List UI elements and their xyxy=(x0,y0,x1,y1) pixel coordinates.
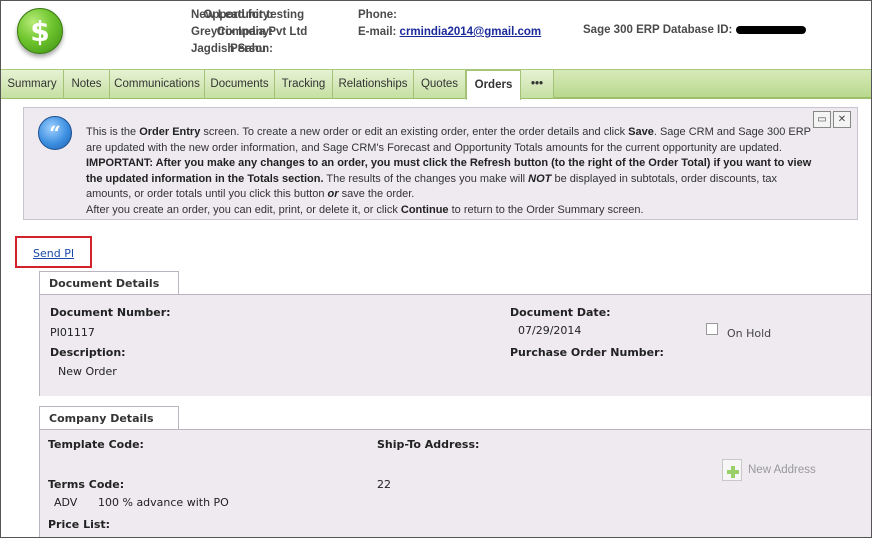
email-label: E-mail: xyxy=(358,26,397,38)
erp-label: Sage 300 ERP Database ID: xyxy=(583,24,733,36)
tab-more[interactable]: ••• xyxy=(521,70,554,98)
price-list-label: Price List: xyxy=(48,518,111,531)
tab-communications[interactable]: Communications xyxy=(110,70,205,98)
email-link[interactable]: crmindia2014@gmail.com xyxy=(400,26,542,38)
crm-window: $ Opportunity: Company: Person: New Lead… xyxy=(0,0,872,538)
dollar-logo-icon: $ xyxy=(17,8,63,54)
tab-quotes[interactable]: Quotes xyxy=(414,70,466,98)
doc-date-value: 07/29/2014 xyxy=(518,324,582,337)
company-value: Greytrix India Pvt Ltd xyxy=(191,26,308,38)
tab-tracking[interactable]: Tracking xyxy=(275,70,333,98)
po-number-label: Purchase Order Number: xyxy=(510,346,664,359)
doc-number-value: PI01117 xyxy=(50,326,95,339)
ship-to-value: 22 xyxy=(377,478,391,491)
tab-documents[interactable]: Documents xyxy=(205,70,275,98)
phone-label: Phone: xyxy=(358,9,397,21)
terms-code-value: ADV xyxy=(54,496,78,509)
description-value: New Order xyxy=(58,365,117,378)
template-code-label: Template Code: xyxy=(48,438,144,451)
person-value: Jagdish Sahu xyxy=(191,43,266,55)
company-details-title: Company Details xyxy=(39,406,179,430)
on-hold-label: On Hold xyxy=(727,327,772,340)
send-pi-highlight: Send PI xyxy=(15,236,92,268)
help-text: This is the Order Entry screen. To creat… xyxy=(86,126,812,216)
add-address-icon[interactable] xyxy=(722,459,742,481)
help-info-box: “ ▭ ✕ This is the Order Entry screen. To… xyxy=(23,107,858,220)
tab-bar: Summary Notes Communications Documents T… xyxy=(1,69,871,100)
tab-orders[interactable]: Orders xyxy=(466,70,521,100)
tab-notes[interactable]: Notes xyxy=(64,70,110,98)
erp-database-id: Sage 300 ERP Database ID: xyxy=(583,24,807,36)
tab-relationships[interactable]: Relationships xyxy=(333,70,414,98)
tab-summary[interactable]: Summary xyxy=(1,70,64,98)
close-help-icon[interactable]: ✕ xyxy=(833,111,851,128)
on-hold-checkbox[interactable] xyxy=(706,323,718,335)
doc-number-label: Document Number: xyxy=(50,306,171,319)
send-pi-link[interactable]: Send PI xyxy=(33,247,74,260)
redacted-value xyxy=(736,25,807,34)
opportunity-value: New Lead for testing xyxy=(191,9,305,21)
terms-description: 100 % advance with PO xyxy=(98,496,229,509)
doc-date-label: Document Date: xyxy=(510,306,611,319)
new-address-link[interactable]: New Address xyxy=(748,464,816,476)
document-details-title: Document Details xyxy=(39,271,179,295)
entity-header: $ Opportunity: Company: Person: New Lead… xyxy=(1,1,871,69)
ship-to-label: Ship-To Address: xyxy=(377,438,480,451)
terms-code-label: Terms Code: xyxy=(48,478,125,491)
description-label: Description: xyxy=(50,346,126,359)
info-quote-icon: “ xyxy=(38,116,72,150)
